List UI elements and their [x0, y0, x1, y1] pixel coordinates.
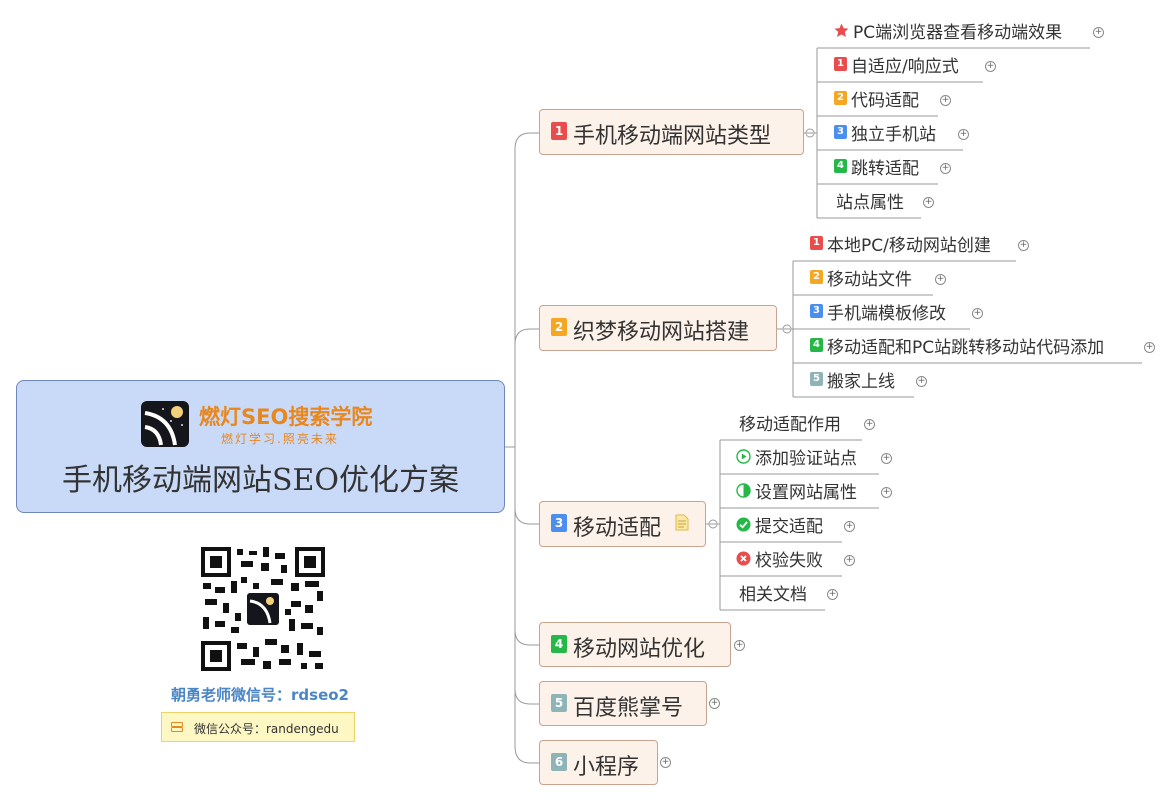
priority-4-badge: 4: [810, 338, 823, 352]
subtopic-label: 独立手机站: [851, 124, 936, 145]
topic-label: 移动网站优化: [573, 637, 706, 662]
expand-plus-icon[interactable]: +: [709, 698, 720, 709]
brand-name: 燃灯SEO搜索学院: [199, 405, 373, 429]
subtopic-label: 代码适配: [851, 90, 919, 111]
subtopic-label: PC端浏览器查看移动端效果: [853, 22, 1063, 43]
priority-2-badge: 2: [810, 270, 823, 284]
cross-icon: [736, 551, 751, 565]
expand-plus-icon[interactable]: +: [660, 757, 671, 768]
expand-plus-icon[interactable]: +: [972, 308, 983, 319]
check-icon: [736, 517, 751, 531]
priority-2-badge: 2: [834, 91, 847, 105]
subtopic-label: 自适应/响应式: [851, 56, 959, 77]
subtopic-label: 搬家上线: [827, 371, 895, 392]
half-circle-icon: [736, 482, 751, 498]
topic-dedecms-mobile-site[interactable]: 2 织梦移动网站搭建: [539, 305, 777, 351]
priority-1-badge: 1: [810, 236, 823, 250]
subtopic-site-migration[interactable]: 5 搬家上线: [810, 369, 895, 392]
priority-2-badge: 2: [551, 318, 567, 336]
expand-plus-icon[interactable]: +: [916, 376, 927, 387]
topic-mini-program[interactable]: 6 小程序: [539, 740, 658, 785]
expand-plus-icon[interactable]: +: [844, 521, 855, 532]
expand-plus-icon[interactable]: +: [958, 129, 969, 140]
subtopic-submit-adaptation[interactable]: 提交适配: [736, 514, 823, 537]
topic-label: 百度熊掌号: [573, 696, 684, 721]
brand-slogan: 燃灯学习.照亮未来: [221, 432, 339, 446]
expand-plus-icon[interactable]: +: [935, 274, 946, 285]
root-topic[interactable]: 燃灯SEO搜索学院 燃灯学习.照亮未来 手机移动端网站SEO优化方案: [16, 380, 505, 513]
expand-plus-icon[interactable]: +: [827, 589, 838, 600]
priority-3-badge: 3: [834, 125, 847, 139]
priority-4-badge: 4: [551, 635, 567, 653]
priority-5-badge: 5: [810, 372, 823, 386]
expand-plus-icon[interactable]: +: [923, 197, 934, 208]
subtopic-mobile-template-edit[interactable]: 3 手机端模板修改: [810, 301, 946, 324]
subtopic-validation-failed[interactable]: 校验失败: [736, 548, 823, 571]
expand-plus-icon[interactable]: +: [940, 163, 951, 174]
qr-code-image: [201, 547, 325, 671]
play-icon: [736, 448, 751, 464]
topic-label: 手机移动端网站类型: [573, 124, 772, 149]
subtopic-code-adaptation[interactable]: 2 代码适配: [834, 88, 919, 111]
subtopic-label: 移动适配和PC站跳转移动站代码添加: [827, 337, 1105, 358]
subtopic-label: 本地PC/移动网站创建: [827, 235, 991, 256]
topic-baidu-xiongzhang[interactable]: 5 百度熊掌号: [539, 681, 707, 726]
subtopic-set-site-attributes[interactable]: 设置网站属性: [736, 480, 857, 503]
root-title: 手机移动端网站SEO优化方案: [61, 463, 460, 498]
subtopic-redirect-code[interactable]: 4 移动适配和PC站跳转移动站代码添加: [810, 335, 1105, 358]
topic-label: 移动适配: [573, 516, 662, 541]
subtopic-standalone-mobile-site[interactable]: 3 独立手机站: [834, 122, 936, 145]
subtopic-label: 跳转适配: [851, 158, 919, 179]
subtopic-add-verified-site[interactable]: 添加验证站点: [736, 446, 857, 469]
subtopic-label: 站点属性: [836, 192, 904, 213]
expand-plus-icon[interactable]: +: [844, 555, 855, 566]
subtopic-label: 移动站文件: [827, 269, 912, 290]
note-icon[interactable]: [675, 514, 689, 531]
topic-mobile-site-optimization[interactable]: 4 移动网站优化: [539, 622, 731, 667]
subtopic-label: 添加验证站点: [755, 448, 857, 469]
note-icon: [171, 722, 183, 732]
subtopic-label: 相关文档: [739, 584, 807, 605]
expand-plus-icon[interactable]: +: [881, 487, 892, 498]
expand-plus-icon[interactable]: +: [864, 419, 875, 430]
public-account-text: 微信公众号：randengedu: [194, 722, 339, 736]
star-icon: [834, 23, 849, 37]
priority-3-badge: 3: [551, 514, 567, 532]
subtopic-label: 移动适配作用: [739, 414, 841, 435]
expand-plus-icon[interactable]: +: [940, 95, 951, 106]
subtopic-redirect-adaptation[interactable]: 4 跳转适配: [834, 156, 919, 179]
priority-5-badge: 5: [551, 694, 567, 712]
subtopic-pc-browser-preview[interactable]: PC端浏览器查看移动端效果: [834, 20, 1063, 43]
subtopic-label: 手机端模板修改: [827, 303, 946, 324]
subtopic-label: 校验失败: [755, 550, 823, 571]
priority-4-badge: 4: [834, 159, 847, 173]
priority-6-badge: 6: [551, 753, 567, 771]
expand-plus-icon[interactable]: +: [985, 61, 996, 72]
subtopic-local-site-creation[interactable]: 1 本地PC/移动网站创建: [810, 233, 991, 256]
subtopic-label: 提交适配: [755, 516, 823, 537]
brand-logo: [141, 401, 189, 447]
expand-plus-icon[interactable]: +: [881, 453, 892, 464]
priority-1-badge: 1: [551, 122, 567, 140]
expand-plus-icon[interactable]: +: [734, 640, 745, 651]
expand-plus-icon[interactable]: +: [1093, 27, 1104, 38]
priority-1-badge: 1: [834, 57, 847, 71]
subtopic-mobile-site-files[interactable]: 2 移动站文件: [810, 267, 912, 290]
subtopic-site-attributes[interactable]: 站点属性: [836, 190, 904, 213]
priority-3-badge: 3: [810, 304, 823, 318]
topic-mobile-site-types[interactable]: 1 手机移动端网站类型: [539, 109, 804, 155]
public-account-note: 微信公众号：randengedu: [161, 712, 355, 742]
topic-label: 小程序: [573, 755, 640, 780]
wechat-id-text: 朝勇老师微信号：rdseo2: [171, 686, 349, 704]
subtopic-adaptation-purpose[interactable]: 移动适配作用: [739, 412, 841, 435]
topic-label: 织梦移动网站搭建: [573, 320, 750, 345]
subtopic-related-docs[interactable]: 相关文档: [739, 582, 807, 605]
expand-plus-icon[interactable]: +: [1144, 342, 1155, 353]
subtopic-label: 设置网站属性: [755, 482, 857, 503]
subtopic-responsive[interactable]: 1 自适应/响应式: [834, 54, 959, 77]
expand-plus-icon[interactable]: +: [1018, 240, 1029, 251]
